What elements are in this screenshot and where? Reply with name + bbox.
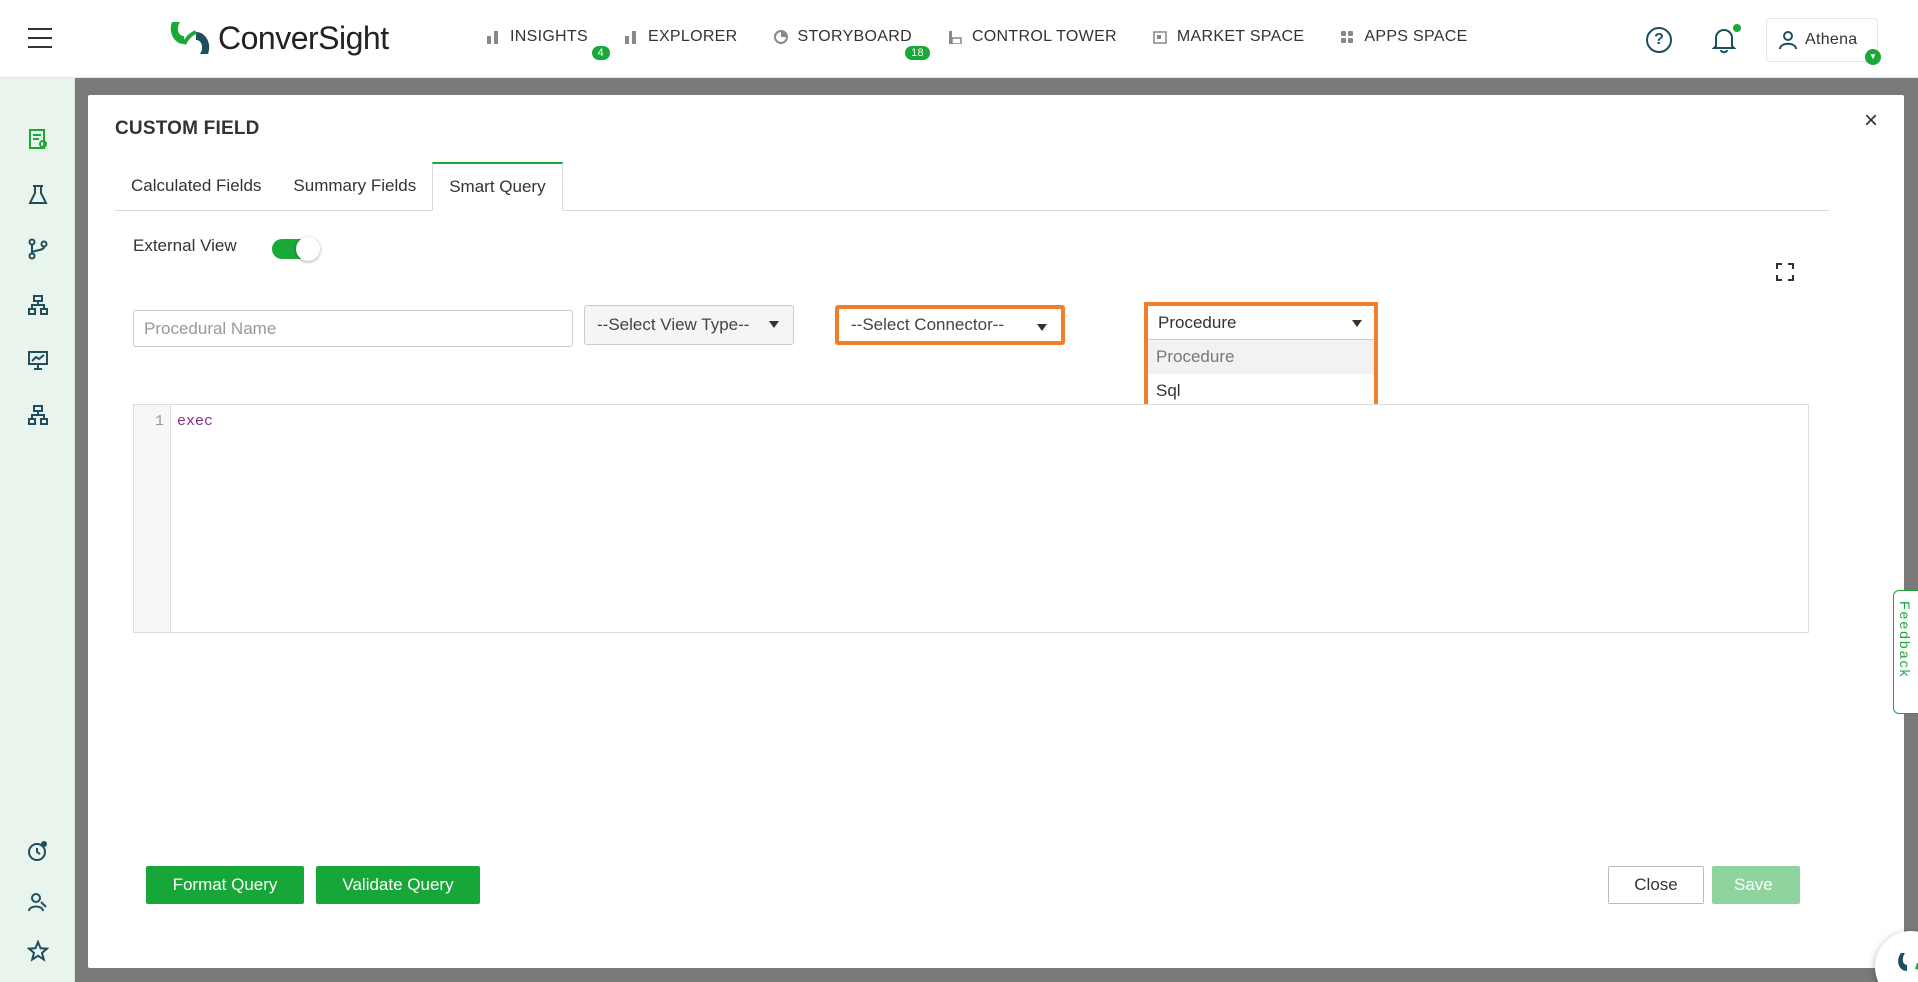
caret-down-icon [1352, 320, 1362, 327]
tab-smart-query[interactable]: Smart Query [432, 162, 563, 211]
user-icon [1779, 31, 1797, 50]
bar-chart-icon [487, 31, 498, 44]
bar-chart-icon [624, 31, 636, 44]
conversight-logo[interactable]: ConverSight [168, 18, 389, 58]
org-chart-icon[interactable] [27, 404, 49, 426]
left-sidebar [0, 0, 75, 982]
main-nav: INSIGHTS 4 EXPLORER STORYBOARD 18 CONTRO… [486, 28, 1504, 60]
tab-summary-fields[interactable]: Summary Fields [277, 162, 432, 211]
clock-gear-icon[interactable] [27, 840, 49, 862]
option-procedure[interactable]: Procedure [1148, 340, 1374, 374]
tab-calculated-fields[interactable]: Calculated Fields [115, 162, 277, 211]
nav-insights[interactable]: INSIGHTS 4 [486, 28, 610, 60]
toggle-knob [296, 237, 320, 261]
report-icon[interactable] [27, 128, 49, 150]
branch-icon[interactable] [27, 238, 49, 260]
help-icon[interactable]: ? [1646, 27, 1672, 53]
user-menu[interactable]: Athena ▼ [1766, 18, 1881, 65]
pie-chart-icon [773, 30, 788, 44]
nav-apps-space[interactable]: APPS SPACE [1340, 28, 1467, 46]
modal-title: CUSTOM FIELD [115, 118, 260, 139]
assistant-logo-icon [1898, 953, 1918, 971]
nav-apps-space-label: APPS SPACE [1364, 28, 1468, 45]
nav-control-tower[interactable]: CONTROL TOWER [948, 28, 1117, 46]
flask-icon[interactable] [27, 184, 49, 206]
nav-storyboard-label: STORYBOARD [797, 28, 912, 45]
tab-bar: Calculated Fields Summary Fields Smart Q… [115, 162, 1829, 211]
feedback-label: Feedback [1897, 601, 1913, 679]
star-icon[interactable] [27, 940, 49, 962]
nav-insights-label: INSIGHTS [510, 28, 588, 45]
nav-control-tower-label: CONTROL TOWER [971, 28, 1117, 45]
notification-dot [1733, 24, 1741, 32]
insights-count-badge: 4 [591, 46, 610, 60]
chat-assistant-button[interactable] [1875, 931, 1918, 982]
nav-explorer-label: EXPLORER [647, 28, 738, 45]
connector-select[interactable]: --Select Connector-- [835, 305, 1065, 345]
format-query-button[interactable]: Format Query [146, 866, 304, 904]
presentation-chart-icon[interactable] [27, 349, 49, 371]
caret-down-icon [1037, 324, 1047, 331]
logo-mark-icon [170, 22, 210, 54]
tower-icon [948, 31, 962, 44]
logo-text: ConverSight [218, 19, 389, 56]
query-editor[interactable]: 1 exec [133, 404, 1809, 633]
editor-code[interactable]: exec [177, 413, 213, 430]
apps-grid-icon [1341, 31, 1354, 43]
feedback-tab[interactable]: Feedback [1893, 590, 1918, 714]
user-search-icon[interactable] [27, 891, 49, 913]
validate-query-button[interactable]: Validate Query [316, 866, 480, 904]
close-icon[interactable]: × [1864, 107, 1878, 135]
editor-gutter: 1 [134, 405, 171, 632]
custom-field-modal: CUSTOM FIELD × Calculated Fields Summary… [88, 95, 1918, 982]
view-type-value: --Select View Type-- [597, 315, 750, 334]
save-button[interactable]: Save [1712, 866, 1800, 904]
option-sql[interactable]: Sql [1148, 374, 1374, 408]
nav-market-space-label: MARKET SPACE [1176, 28, 1305, 45]
chevron-down-icon[interactable]: ▼ [1865, 49, 1881, 65]
nav-market-space[interactable]: MARKET SPACE [1153, 28, 1304, 46]
nav-explorer[interactable]: EXPLORER [624, 28, 738, 46]
menu-icon[interactable] [28, 28, 52, 48]
procedure-type-value[interactable]: Procedure [1148, 306, 1374, 340]
external-view-toggle[interactable] [272, 237, 320, 261]
procedural-name-input[interactable] [133, 310, 573, 347]
notification-bell-icon[interactable] [1712, 26, 1736, 54]
user-name: Athena [1805, 31, 1858, 48]
close-button[interactable]: Close [1608, 866, 1704, 904]
connector-value: --Select Connector-- [851, 315, 1005, 334]
hierarchy-icon[interactable] [27, 294, 49, 316]
external-view-label: External View [133, 236, 237, 255]
storyboard-count-badge: 18 [905, 46, 930, 60]
line-number: 1 [154, 413, 164, 430]
caret-down-icon [769, 321, 779, 328]
nav-storyboard[interactable]: STORYBOARD 18 [773, 28, 930, 60]
procedure-type-value-text: Procedure [1158, 313, 1237, 332]
view-type-select[interactable]: --Select View Type-- [584, 305, 794, 345]
fullscreen-icon[interactable] [1776, 263, 1794, 281]
procedure-type-select[interactable]: Procedure Procedure Sql [1144, 302, 1378, 418]
store-icon [1153, 31, 1167, 44]
